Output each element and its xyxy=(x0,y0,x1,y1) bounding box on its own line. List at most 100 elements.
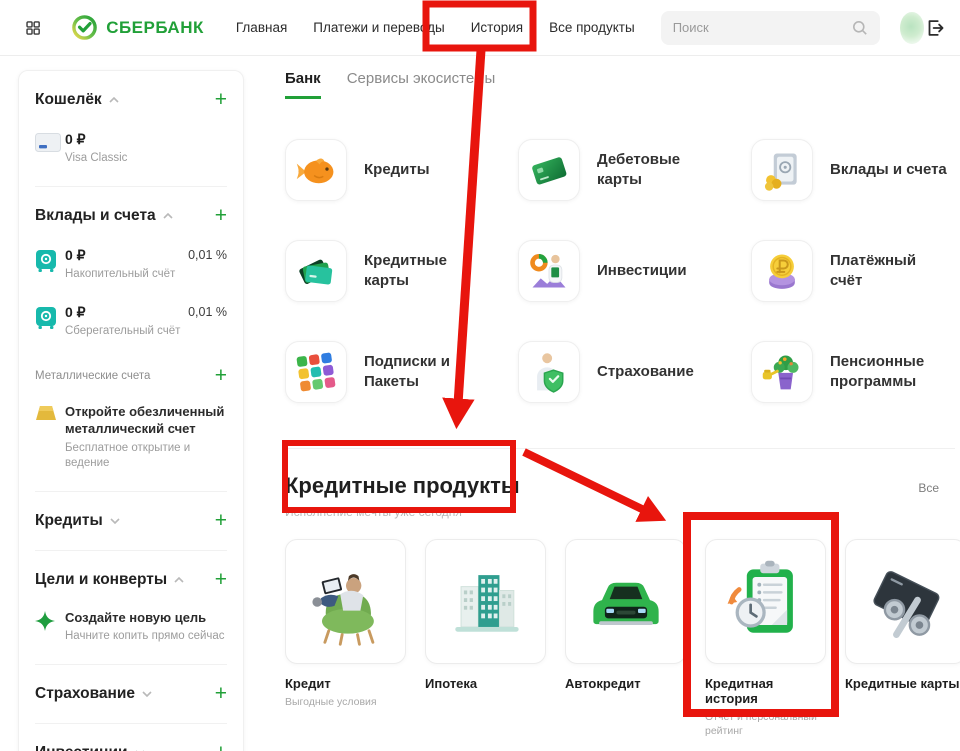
logout-icon xyxy=(924,17,946,39)
credit-products-header: Кредитные продукты Исполнение мечты уже … xyxy=(285,473,957,519)
wallet-card-item[interactable]: 0 ₽ Visa Classic xyxy=(35,131,227,166)
credit-cards-illustration xyxy=(858,552,954,652)
deposit-amount: 0 ₽ xyxy=(65,247,175,264)
tab-ecosystem-services[interactable]: Сервисы экосистемы xyxy=(347,70,496,96)
goal-offer-subtitle: Начните копить прямо сейчас xyxy=(65,629,225,644)
deposit-name: Накопительный счёт xyxy=(65,267,175,282)
credit-products-cards: Кредит Выгодные условия xyxy=(285,539,957,738)
ruble-coin-icon xyxy=(760,249,804,293)
bank-card-icon xyxy=(35,133,61,152)
tile-label: Подписки и Пакеты xyxy=(364,352,484,391)
products-main: Банк Сервисы экосистемы Кредиты xyxy=(285,70,957,751)
nav-item-all-products[interactable]: Все продукты xyxy=(549,20,635,35)
sidebar-section-goals: Цели и конверты + Создайте новую цель На… xyxy=(35,551,227,665)
chevron-down-icon xyxy=(110,518,120,524)
card-subtitle: Отчёт и персональный рейтинг xyxy=(705,710,826,738)
sberbank-logo[interactable]: СБЕРБАНК xyxy=(71,14,204,41)
nav-item-history[interactable]: История xyxy=(471,20,523,35)
tile-payment-account[interactable]: Платёжный счёт xyxy=(751,220,957,321)
deposit-account-row[interactable]: 0 ₽ Сберегательный счёт 0,01 % xyxy=(35,304,227,339)
tile-label: Страхование xyxy=(597,362,694,382)
sberbank-logo-icon xyxy=(71,14,98,41)
accounts-sidebar: Кошелёк + 0 ₽ Visa Classic Вклад xyxy=(18,70,244,751)
chevron-up-icon xyxy=(174,577,184,583)
subscriptions-icon xyxy=(294,350,338,394)
sidebar-section-credits: Кредиты + xyxy=(35,492,227,551)
card-mortgage[interactable]: Ипотека xyxy=(425,539,546,738)
sidebar-section-deposits: Вклады и счета + 0 ₽ Накопительный счёт … xyxy=(35,187,227,492)
credits-section-header[interactable]: Кредиты + xyxy=(35,512,227,530)
deposits-section-header[interactable]: Вклады и счета + xyxy=(35,207,227,225)
search-input[interactable] xyxy=(673,20,853,35)
apps-grid-icon[interactable] xyxy=(25,17,41,39)
metal-offer-subtitle: Бесплатное открытие и ведение xyxy=(65,441,227,471)
section-divider xyxy=(285,448,955,449)
card-label: Кредитные карты xyxy=(845,676,960,691)
tile-deposits-accounts[interactable]: Вклады и счета xyxy=(751,119,957,220)
add-deposit-button[interactable]: + xyxy=(215,207,227,225)
deposits-title: Вклады и счета xyxy=(35,207,156,225)
mortgage-illustration xyxy=(438,552,534,652)
tile-debit-cards[interactable]: Дебетовые карты xyxy=(518,119,751,220)
metal-accounts-title: Металлические счета xyxy=(35,370,150,382)
credit-history-illustration xyxy=(718,552,814,652)
add-investment-button[interactable]: + xyxy=(215,744,227,751)
card-label: Кредитная история xyxy=(705,676,826,706)
tile-credit-cards[interactable]: Кредитные карты xyxy=(285,220,518,321)
user-avatar[interactable] xyxy=(900,12,924,44)
gold-ingot-icon xyxy=(35,405,57,421)
auto-credit-illustration xyxy=(578,552,674,652)
logo-text: СБЕРБАНК xyxy=(106,18,204,38)
card-credit-cards[interactable]: Кредитные карты xyxy=(845,539,960,738)
card-credit-history[interactable]: Кредитная история Отчёт и персональный р… xyxy=(705,539,826,738)
chevron-up-icon xyxy=(163,213,173,219)
card-credit[interactable]: Кредит Выгодные условия xyxy=(285,539,406,738)
metal-accounts-header[interactable]: Металлические счета + xyxy=(35,367,227,385)
tab-bank[interactable]: Банк xyxy=(285,70,321,99)
investments-section-header[interactable]: Инвестиции + xyxy=(35,744,227,751)
add-goal-button[interactable]: + xyxy=(215,571,227,589)
credit-products-all-link[interactable]: Все xyxy=(918,481,939,495)
tile-label: Инвестиции xyxy=(597,261,687,281)
investments-title: Инвестиции xyxy=(35,744,128,751)
card-auto-credit[interactable]: Автокредит xyxy=(565,539,686,738)
sberbank-online-page: { "header": { "logo_text": "СБЕРБАНК", "… xyxy=(0,0,960,751)
card-subtitle: Выгодные условия xyxy=(285,695,406,709)
tile-label: Вклады и счета xyxy=(830,160,947,180)
credit-cards-fan-icon xyxy=(294,249,338,293)
add-insurance-button[interactable]: + xyxy=(215,685,227,703)
search-box xyxy=(661,11,881,45)
tile-insurance[interactable]: Страхование xyxy=(518,321,751,422)
search-icon[interactable] xyxy=(852,20,868,36)
metal-offer-title: Откройте обезличенный металлический счет xyxy=(65,403,227,438)
tile-investments[interactable]: Инвестиции xyxy=(518,220,751,321)
main-nav: Главная Платежи и переводы История Все п… xyxy=(236,20,635,35)
shield-person-icon xyxy=(527,350,571,394)
top-header: СБЕРБАНК Главная Платежи и переводы Исто… xyxy=(0,0,960,56)
wallet-section-header[interactable]: Кошелёк + xyxy=(35,91,227,109)
card-label: Кредит xyxy=(285,676,406,691)
products-tabs: Банк Сервисы экосистемы xyxy=(285,70,957,99)
goals-section-header[interactable]: Цели и конверты + xyxy=(35,571,227,589)
insurance-section-header[interactable]: Страхование + xyxy=(35,685,227,703)
wallet-card-name: Visa Classic xyxy=(65,151,127,166)
metal-offer-item[interactable]: Откройте обезличенный металлический счет… xyxy=(35,403,227,471)
deposit-account-row[interactable]: 0 ₽ Накопительный счёт 0,01 % xyxy=(35,247,227,282)
logout-button[interactable] xyxy=(924,17,946,39)
add-wallet-button[interactable]: + xyxy=(215,91,227,109)
nav-item-home[interactable]: Главная xyxy=(236,20,287,35)
nav-item-payments[interactable]: Платежи и переводы xyxy=(313,20,444,35)
tile-credits[interactable]: Кредиты xyxy=(285,119,518,220)
deposit-amount: 0 ₽ xyxy=(65,304,180,321)
tile-subscriptions[interactable]: Подписки и Пакеты xyxy=(285,321,518,422)
add-credit-button[interactable]: + xyxy=(215,512,227,530)
goals-title: Цели и конверты xyxy=(35,571,167,589)
wallet-title: Кошелёк xyxy=(35,91,102,109)
card-label: Ипотека xyxy=(425,676,546,691)
tile-pension-programs[interactable]: Пенсионные программы xyxy=(751,321,957,422)
chevron-up-icon xyxy=(109,97,119,103)
insurance-title: Страхование xyxy=(35,685,135,703)
goal-offer-title: Создайте новую цель xyxy=(65,609,225,627)
add-metal-account-button[interactable]: + xyxy=(215,367,227,385)
goal-offer-item[interactable]: Создайте новую цель Начните копить прямо… xyxy=(35,609,227,644)
